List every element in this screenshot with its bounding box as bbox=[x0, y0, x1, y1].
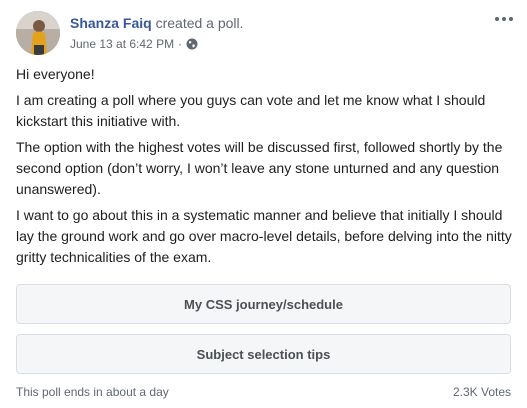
globe-icon[interactable] bbox=[186, 38, 198, 50]
more-dot bbox=[509, 17, 513, 21]
avatar[interactable] bbox=[16, 11, 60, 55]
post-paragraph: I want to go about this in a systematic … bbox=[16, 207, 512, 265]
poll-option-subject-tips[interactable]: Subject selection tips bbox=[16, 334, 511, 374]
poll-post: Shanza Faiq created a poll. June 13 at 6… bbox=[0, 0, 527, 408]
post-header: Shanza Faiq created a poll. June 13 at 6… bbox=[16, 11, 511, 55]
poll-option-label: Subject selection tips bbox=[196, 346, 331, 362]
poll-end-notice: This poll ends in about a day bbox=[16, 385, 169, 399]
more-dot bbox=[495, 17, 499, 21]
meta-separator: · bbox=[178, 37, 183, 51]
post-body: Hi everyone! I am creating a poll where … bbox=[16, 64, 516, 273]
post-action-text: created a poll. bbox=[155, 15, 244, 31]
post-paragraph: I am creating a poll where you guys can … bbox=[16, 92, 486, 129]
post-paragraph: Hi everyone! bbox=[16, 66, 95, 82]
post-paragraph: The option with the highest votes will b… bbox=[16, 139, 503, 197]
poll-option-label: My CSS journey/schedule bbox=[184, 296, 343, 312]
poll-footer: This poll ends in about a day 2.3K Votes bbox=[16, 384, 511, 400]
vote-count[interactable]: 2.3K Votes bbox=[453, 384, 511, 400]
author-line: Shanza Faiq created a poll. bbox=[70, 14, 244, 32]
author-name[interactable]: Shanza Faiq bbox=[70, 15, 152, 31]
more-dot bbox=[502, 17, 506, 21]
more-options-icon[interactable] bbox=[492, 12, 516, 26]
post-timestamp[interactable]: June 13 at 6:42 PM bbox=[70, 36, 174, 52]
post-meta: June 13 at 6:42 PM · bbox=[70, 36, 198, 52]
poll-option-css-journey[interactable]: My CSS journey/schedule bbox=[16, 284, 511, 324]
